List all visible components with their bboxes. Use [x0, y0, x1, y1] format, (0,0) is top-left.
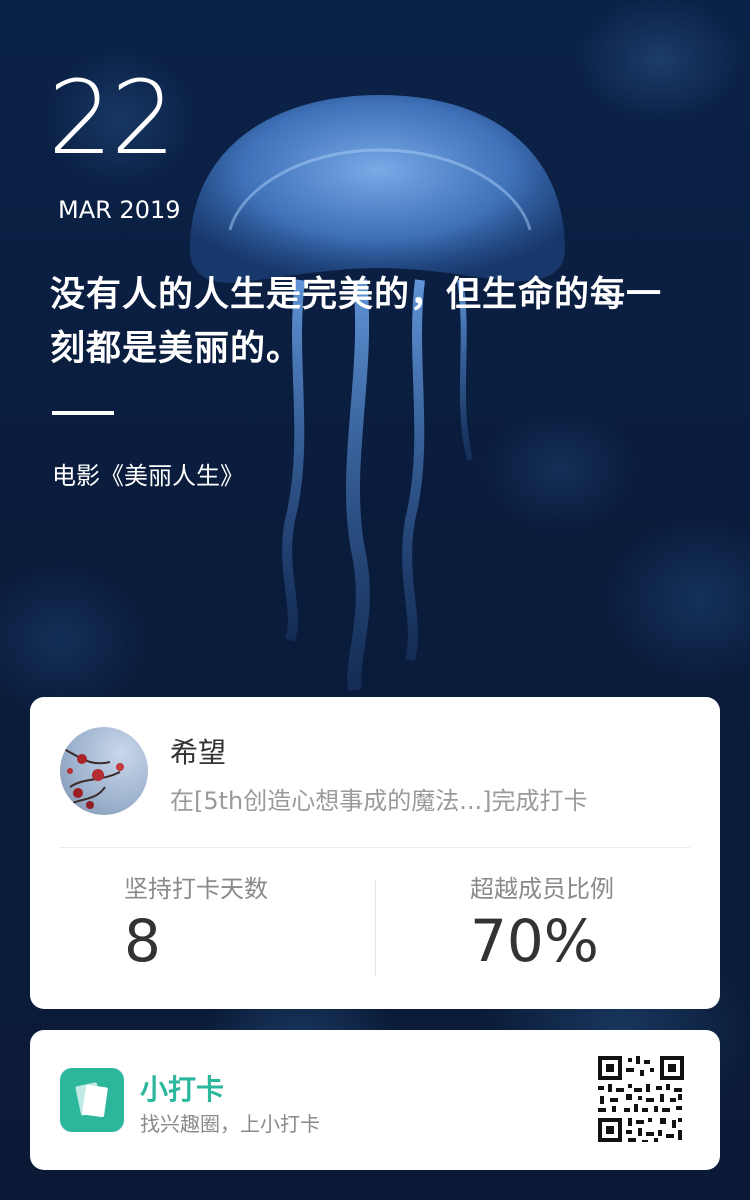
card-stack-icon: [60, 1068, 124, 1132]
card-divider: [60, 847, 690, 848]
stat-separator: [375, 879, 376, 975]
user-name: 希望: [170, 736, 227, 769]
quote-line-1: 没有人的人生是完美的，但生命的每一: [50, 275, 663, 315]
checkin-card: 希望 在[5th创造心想事成的魔法...]完成打卡 坚持打卡天数 8 超越成员比…: [30, 697, 720, 1009]
avatar[interactable]: [60, 727, 148, 815]
brand-card[interactable]: 小打卡 找兴趣圈，上小打卡: [30, 1030, 720, 1170]
stat-percent-label: 超越成员比例: [470, 875, 614, 903]
stat-streak-value: 8: [124, 907, 161, 975]
stat-streak-label: 坚持打卡天数: [124, 875, 268, 903]
qr-code-icon[interactable]: [596, 1054, 686, 1144]
checkin-activity: 在[5th创造心想事成的魔法...]完成打卡: [170, 787, 588, 815]
brand-name: 小打卡: [140, 1073, 225, 1106]
date-day: 22: [48, 59, 176, 178]
quote-text: 没有人的人生是完美的，但生命的每一 刻都是美丽的。: [50, 268, 710, 376]
quote-line-2: 刻都是美丽的。: [50, 329, 303, 369]
divider: [52, 411, 114, 415]
stat-percent-value: 70%: [470, 907, 599, 975]
stat-streak-days: 坚持打卡天数 8: [124, 869, 424, 974]
date-month-year: MAR 2019: [58, 196, 181, 224]
quote-source: 电影《美丽人生》: [52, 462, 244, 490]
stat-exceed-percent: 超越成员比例 70%: [470, 869, 750, 974]
brand-slogan: 找兴趣圈，上小打卡: [140, 1112, 320, 1136]
